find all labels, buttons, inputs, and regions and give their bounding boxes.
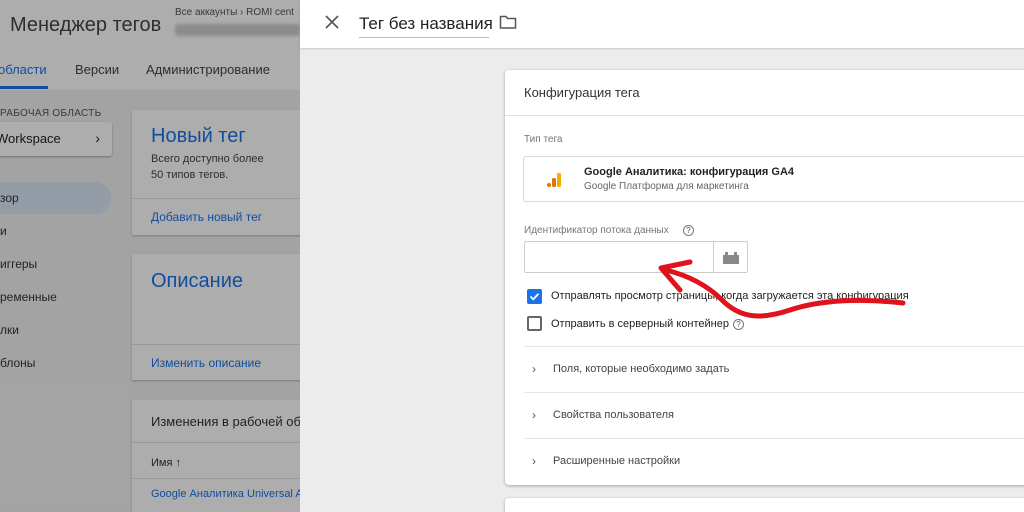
help-icon[interactable]: ? bbox=[683, 225, 694, 236]
folder-icon[interactable] bbox=[499, 14, 517, 30]
chevron-right-icon: › bbox=[532, 454, 536, 468]
help-icon[interactable]: ? bbox=[733, 319, 744, 330]
modal-scrim[interactable] bbox=[0, 0, 300, 512]
close-icon[interactable] bbox=[322, 12, 342, 32]
tag-name-underline bbox=[359, 37, 489, 38]
chevron-right-icon: › bbox=[532, 362, 536, 376]
tag-name-field[interactable]: Тег без названия bbox=[359, 14, 493, 34]
editor-toolbar: Тег без названия bbox=[300, 0, 1024, 48]
section-user-properties[interactable]: › Свойства пользователя bbox=[524, 392, 1024, 438]
section-required-fields[interactable]: › Поля, которые необходимо задать bbox=[524, 346, 1024, 392]
section-label: Свойства пользователя bbox=[553, 409, 675, 421]
variable-icon bbox=[723, 252, 739, 264]
tag-type-name: Google Аналитика: конфигурация GA4 bbox=[584, 166, 795, 178]
tag-editor-panel: Тег без названия Конфигурация тега Тип т… bbox=[300, 0, 1024, 512]
triggering-card bbox=[505, 498, 1024, 512]
section-label: Поля, которые необходимо задать bbox=[553, 363, 730, 375]
tag-type-selector[interactable]: Google Аналитика: конфигурация GA4 Googl… bbox=[523, 156, 1024, 202]
check-icon bbox=[529, 293, 540, 301]
tag-type-provider: Google Платформа для маркетинга bbox=[584, 181, 749, 192]
server-container-checkbox-label[interactable]: Отправить в серверный контейнер bbox=[551, 318, 729, 330]
server-container-checkbox[interactable] bbox=[527, 316, 542, 331]
tag-configuration-card: Конфигурация тега Тип тега Google Аналит… bbox=[505, 70, 1024, 485]
google-analytics-icon bbox=[547, 173, 561, 187]
tag-type-label: Тип тега bbox=[524, 134, 563, 145]
chevron-right-icon: › bbox=[532, 408, 536, 422]
divider bbox=[505, 115, 1024, 116]
pageview-checkbox-label[interactable]: Отправлять просмотр страницы, когда загр… bbox=[551, 290, 909, 302]
pageview-checkbox[interactable] bbox=[527, 289, 542, 304]
stream-id-label: Идентификатор потока данных bbox=[524, 225, 669, 236]
section-label: Расширенные настройки bbox=[553, 455, 681, 467]
stream-id-input[interactable] bbox=[524, 241, 713, 273]
config-card-title: Конфигурация тега bbox=[524, 85, 640, 100]
section-advanced-settings[interactable]: › Расширенные настройки bbox=[524, 438, 1024, 484]
variable-picker-button[interactable] bbox=[713, 241, 748, 273]
